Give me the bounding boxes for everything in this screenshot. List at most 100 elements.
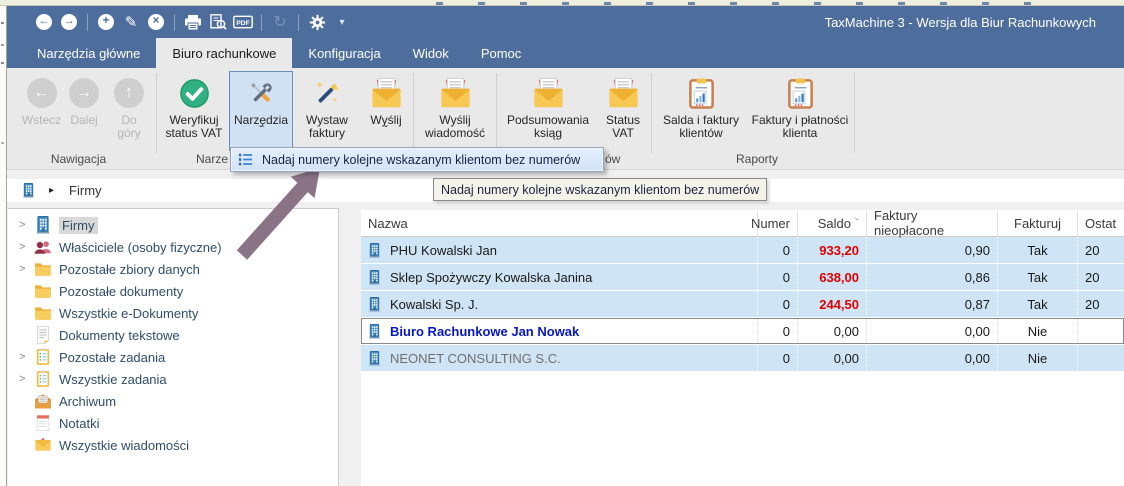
do-gory-button[interactable]: ↑ Do góry (104, 71, 154, 151)
wystaw-faktury-button[interactable]: Wystaw faktury (293, 71, 361, 151)
refresh-icon: ↻ (273, 12, 286, 32)
dalej-button[interactable]: → Dalej (64, 71, 104, 151)
table-row[interactable]: NEONET CONSULTING S.C. 0 0,00 0,00 Nie (361, 345, 1124, 371)
wyslij-button[interactable]: Wyślij ˇ (361, 71, 411, 151)
tree-item-label: Wszystkie zadania (59, 372, 167, 387)
client-name: NEONET CONSULTING S.C. (390, 351, 561, 366)
tree-item-wszystkie-zadania[interactable]: > Wszystkie zadania (8, 368, 338, 390)
tab-biuro-rachunkowe[interactable]: Biuro rachunkowe (156, 38, 292, 68)
tree-item-wszystkie-edokumenty[interactable]: Wszystkie e-Dokumenty (8, 302, 338, 324)
client-invoicing: Nie (998, 345, 1078, 371)
tree-item-label: Notatki (59, 416, 99, 431)
tree-item-archiwum[interactable]: Archiwum (8, 390, 338, 412)
column-header-numer[interactable]: Numer (758, 210, 798, 236)
column-header-faktury-nieoplacone[interactable]: Faktury nieopłacone (867, 210, 998, 236)
faktury-i-platnosci-button[interactable]: Faktury i płatności klienta (748, 71, 852, 151)
tree-item-label: Wszystkie wiadomości (59, 438, 189, 453)
wstecz-button[interactable]: ← Wstecz (19, 71, 64, 151)
clients-table: Nazwa Numer Saldoˇ Faktury nieopłacone F… (361, 210, 1124, 486)
svg-text:PDF: PDF (236, 20, 249, 27)
export-pdf-button[interactable]: PDF (233, 12, 253, 32)
forward-icon: → (61, 14, 77, 30)
column-header-ostatnia[interactable]: Ostat (1078, 210, 1124, 236)
expander-icon[interactable]: > (19, 263, 34, 275)
chevron-down-icon: ˇ (259, 127, 263, 136)
tree-item-notatki[interactable]: Notatki (8, 412, 338, 434)
chevron-down-icon: ˇ (384, 127, 388, 136)
building-icon (367, 297, 382, 312)
status-vat-button[interactable]: Status VAT (597, 71, 649, 151)
envelope-icon (371, 78, 402, 109)
chevron-down-icon: ▾ (339, 17, 344, 28)
column-header-saldo[interactable]: Saldoˇ (798, 210, 867, 236)
column-header-fakturuj[interactable]: Fakturuj (998, 210, 1078, 236)
menu-item-nadaj-numery[interactable]: Nadaj numery kolejne wskazanym klientom … (232, 149, 602, 170)
archive-envelope-icon (34, 392, 52, 410)
delete-button[interactable]: × (146, 12, 166, 32)
breadcrumb-expand-icon[interactable]: ▸ (49, 185, 54, 196)
tree-item-wszystkie-wiadomosci[interactable]: Wszystkie wiadomości (8, 434, 338, 456)
weryfikuj-status-vat-button[interactable]: Weryfikuj status VAT (159, 71, 229, 151)
table-row[interactable]: Sklep Spożywczy Kowalska Janina 0 638,00… (361, 264, 1124, 290)
podsumowania-ksiag-button[interactable]: Podsumowania ksiąg (499, 71, 597, 151)
salda-i-faktury-button[interactable]: Salda i faktury klientów (654, 71, 748, 151)
table-row[interactable]: PHU Kowalski Jan 0 933,20 0,90 Tak 20 (361, 237, 1124, 263)
table-row[interactable]: Kowalski Sp. J. 0 244,50 0,87 Tak 20 (361, 291, 1124, 317)
client-invoicing: Tak (998, 291, 1078, 317)
tree-item-pozostale-zadania[interactable]: > Pozostałe zadania (8, 346, 338, 368)
group-divider (651, 73, 652, 153)
group-divider (156, 73, 157, 153)
client-name: PHU Kowalski Jan (390, 243, 497, 258)
panel-splitter[interactable] (339, 210, 361, 486)
client-last: 20 (1078, 291, 1124, 317)
group-divider (854, 73, 855, 153)
group-label-clipped: ów (605, 152, 620, 166)
tree-item-dokumenty-tekstowe[interactable]: Dokumenty tekstowe (8, 324, 338, 346)
tab-konfiguracja[interactable]: Konfiguracja (292, 38, 396, 68)
numbered-list-icon (238, 152, 253, 167)
quick-access-toolbar: ← → + ✎ × PDF (34, 12, 352, 32)
client-unpaid: 0,86 (867, 264, 998, 290)
edit-button[interactable]: ✎ (121, 12, 141, 32)
client-name: Biuro Rachunkowe Jan Nowak (390, 324, 579, 339)
envelope-icon (533, 78, 564, 109)
envelope-icon (34, 436, 52, 454)
settings-button[interactable] (307, 12, 327, 32)
folder-icon (34, 260, 52, 278)
column-header-nazwa[interactable]: Nazwa (361, 210, 758, 236)
expander-icon[interactable]: > (19, 219, 34, 231)
tree-item-pozostale-dokumenty[interactable]: Pozostałe dokumenty (8, 280, 338, 302)
add-button[interactable]: + (96, 12, 116, 32)
breadcrumb-item-firmy[interactable]: Firmy (69, 183, 102, 198)
client-last: 20 (1078, 264, 1124, 290)
print-button[interactable] (183, 12, 203, 32)
client-unpaid: 0,90 (867, 237, 998, 263)
arrow-up-icon: ↑ (114, 78, 144, 108)
background-window-edge (0, 6, 7, 486)
more-commands-button[interactable]: ▾ (332, 12, 352, 32)
forward-button[interactable]: → (59, 12, 79, 32)
background-grid-marks (436, 2, 1036, 5)
wyslij-wiadomosc-button[interactable]: Wyślij wiadomość (416, 71, 494, 151)
folder-icon (34, 282, 52, 300)
table-row-selected[interactable]: Biuro Rachunkowe Jan Nowak 0 0,00 0,00 N… (361, 318, 1124, 344)
toolbar-divider (174, 14, 175, 31)
arrow-left-icon: ← (27, 78, 57, 108)
client-unpaid: 0,00 (867, 318, 998, 344)
narzedzia-menu-button[interactable]: Narzędzia ˇ (229, 71, 293, 151)
tree-item-label: Pozostałe zbiory danych (59, 262, 200, 277)
client-number: 0 (758, 318, 798, 344)
pdf-icon: PDF (233, 14, 253, 30)
expander-icon[interactable]: > (19, 351, 34, 363)
tree-item-label: Archiwum (59, 394, 116, 409)
tree-item-label: Właściciele (osoby fizyczne) (59, 240, 222, 255)
envelope-icon (608, 78, 639, 109)
back-button[interactable]: ← (34, 12, 54, 32)
tab-pomoc[interactable]: Pomoc (465, 38, 537, 68)
print-preview-button[interactable] (208, 12, 228, 32)
expander-icon[interactable]: > (19, 241, 34, 253)
expander-icon[interactable]: > (19, 373, 34, 385)
tab-widok[interactable]: Widok (397, 38, 465, 68)
refresh-button[interactable]: ↻ (270, 12, 290, 32)
tab-narzedzia-glowne[interactable]: Narzędzia główne (21, 38, 156, 68)
